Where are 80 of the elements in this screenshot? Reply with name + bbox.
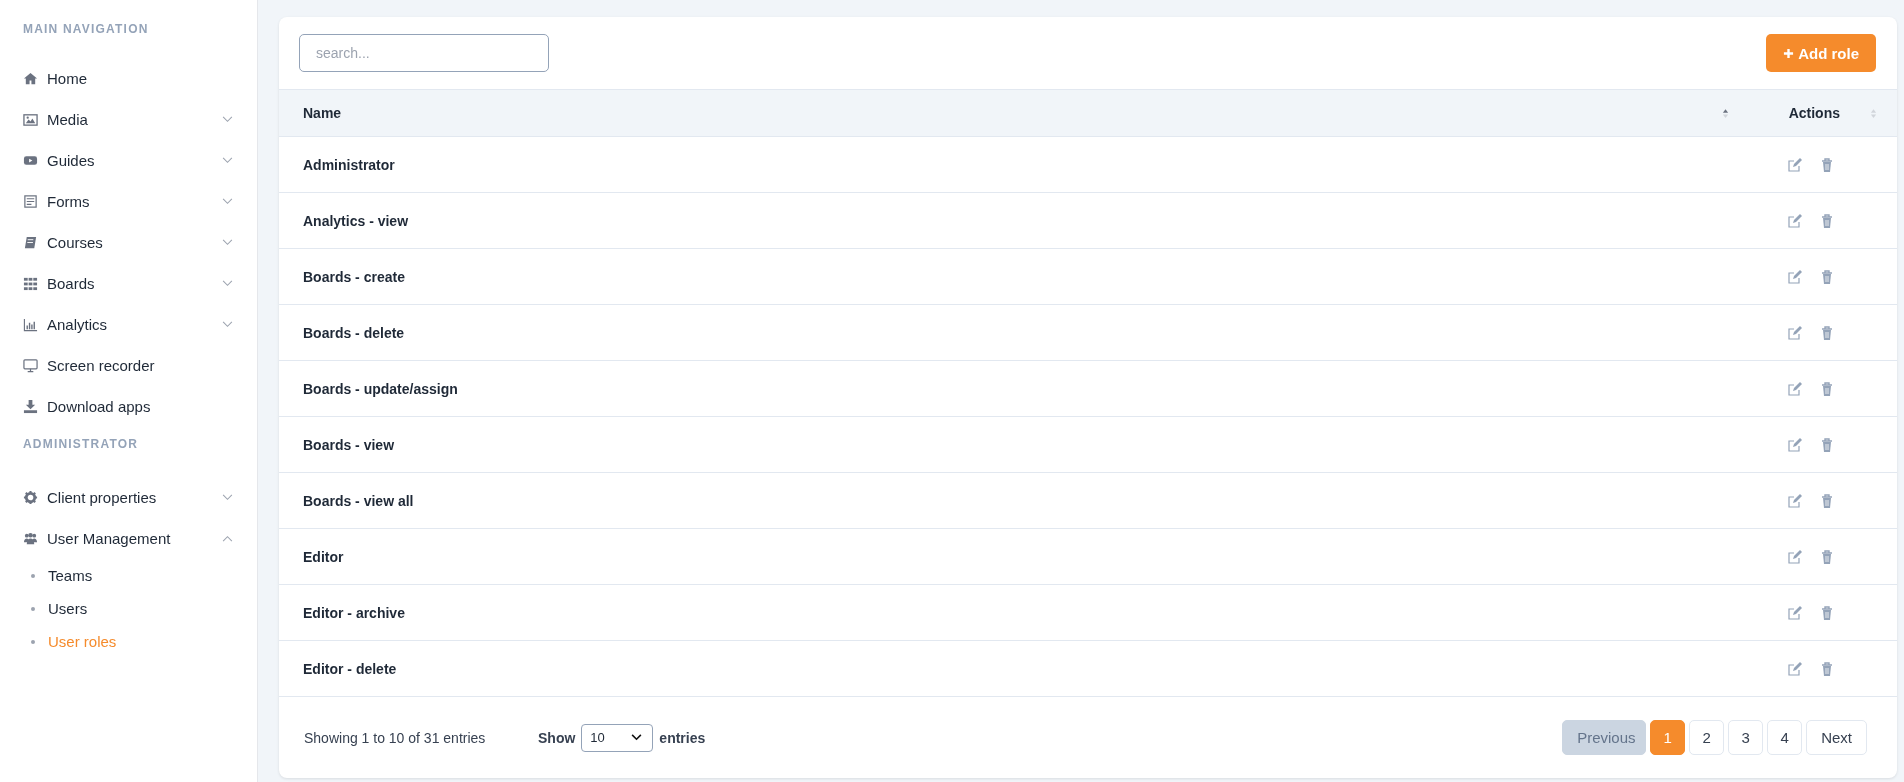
table-cell-text: Boards - update/assign: [303, 380, 459, 397]
nav-item[interactable]: Download apps: [23, 386, 257, 427]
chevron-down-icon: [222, 198, 233, 205]
trash-icon[interactable]: [1820, 269, 1834, 284]
edit-icon[interactable]: [1788, 213, 1802, 228]
chevron-down-icon: [222, 157, 233, 164]
book-icon: [23, 235, 38, 250]
users-icon: [23, 531, 38, 546]
nav-item[interactable]: Boards: [23, 263, 257, 304]
nav-subitem[interactable]: Teams: [23, 559, 93, 592]
edit-icon[interactable]: [1788, 605, 1802, 620]
trash-icon[interactable]: [1820, 661, 1834, 676]
section-heading: ADMINISTRATOR: [23, 437, 140, 453]
section-heading: MAIN NAVIGATION: [23, 22, 150, 38]
edit-icon[interactable]: [1788, 549, 1802, 564]
chevron-up-icon: [222, 535, 233, 542]
table-cell-text: Boards - view: [303, 436, 396, 453]
download-icon: [23, 399, 38, 414]
chevron-down-icon: [222, 321, 233, 328]
page-size-select[interactable]: 10: [581, 723, 654, 752]
nav-item[interactable]: Analytics: [23, 304, 257, 345]
trash-icon[interactable]: [1820, 157, 1834, 172]
bullet-icon: [31, 573, 35, 578]
edit-icon[interactable]: [1788, 325, 1802, 340]
trash-icon[interactable]: [1820, 549, 1834, 564]
entries-label: entries: [659, 729, 706, 746]
chevron-down-icon: [222, 280, 233, 287]
home-icon: [23, 71, 38, 86]
table-cell-text: Boards - delete: [303, 324, 406, 341]
grid-icon: [23, 276, 38, 291]
nav-item[interactable]: Client properties: [23, 477, 257, 518]
trash-icon[interactable]: [1820, 493, 1834, 508]
table-cell-text: Editor - delete: [303, 660, 398, 677]
show-label: Show: [538, 729, 576, 746]
table-cell-text: Administrator: [303, 156, 396, 173]
edit-icon[interactable]: [1788, 437, 1802, 452]
edit-icon[interactable]: [1788, 493, 1802, 508]
trash-icon[interactable]: [1820, 325, 1834, 340]
trash-icon[interactable]: [1820, 605, 1834, 620]
trash-icon[interactable]: [1820, 381, 1834, 396]
trash-icon[interactable]: [1820, 213, 1834, 228]
chevron-down-icon: [222, 239, 233, 246]
search-field[interactable]: search...: [299, 34, 549, 72]
edit-icon[interactable]: [1788, 157, 1802, 172]
bullet-icon: [31, 606, 35, 611]
nav-item[interactable]: Guides: [23, 140, 257, 181]
nav-item[interactable]: Courses: [23, 222, 257, 263]
table-cell-text: Boards - create: [303, 268, 406, 285]
chevron-down-icon: [631, 734, 643, 741]
bar-chart-icon: [23, 317, 38, 332]
nav-item[interactable]: Media: [23, 99, 257, 140]
bullet-icon: [31, 639, 35, 644]
table-cell-text: Boards - view all: [303, 492, 415, 509]
page-button[interactable]: 4: [1767, 720, 1803, 755]
edit-icon[interactable]: [1788, 661, 1802, 676]
video-icon: [23, 153, 38, 168]
monitor-icon: [23, 358, 38, 373]
table-cell-text: Editor - archive: [303, 604, 406, 621]
page-button[interactable]: 3: [1728, 720, 1764, 755]
form-icon: [23, 194, 38, 209]
trash-icon[interactable]: [1820, 437, 1834, 452]
nav-subitem[interactable]: Users: [23, 592, 88, 625]
settings-icon: [23, 490, 38, 505]
column-header[interactable]: Name: [303, 105, 1722, 121]
column-header[interactable]: Actions: [1788, 105, 1840, 121]
nav-item[interactable]: Home: [23, 58, 257, 99]
chevron-down-icon: [222, 116, 233, 123]
plus-icon: [1783, 47, 1795, 59]
page-button[interactable]: 2: [1689, 720, 1725, 755]
nav-item[interactable]: User Management: [23, 518, 257, 559]
image-icon: [23, 112, 38, 127]
nav-item[interactable]: Forms: [23, 181, 257, 222]
next-button[interactable]: Next: [1806, 720, 1867, 755]
edit-icon[interactable]: [1788, 269, 1802, 284]
edit-icon[interactable]: [1788, 381, 1802, 396]
table-cell-text: Analytics - view: [303, 212, 410, 229]
chevron-down-icon: [222, 494, 233, 501]
table-cell-text: Editor: [303, 548, 345, 565]
entries-info: Showing 1 to 10 of 31 entries: [304, 729, 487, 746]
nav-item[interactable]: Screen recorder: [23, 345, 257, 386]
